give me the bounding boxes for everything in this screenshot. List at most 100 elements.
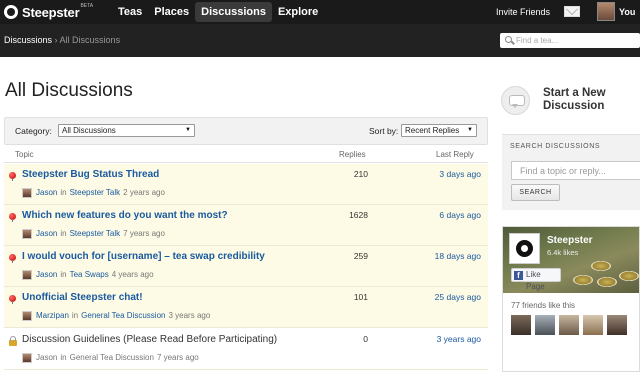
start-new-discussion-link[interactable]: Start a New Discussion bbox=[543, 87, 640, 113]
author-avatar[interactable] bbox=[22, 228, 32, 239]
author-link[interactable]: Jason bbox=[36, 353, 57, 362]
friend-avatar[interactable] bbox=[559, 315, 579, 335]
thread-title-link[interactable]: I would vouch for [username] – tea swap … bbox=[22, 251, 265, 262]
table-row: I would vouch for [username] – tea swap … bbox=[4, 246, 488, 287]
table-row: Discussion Guidelines (Please Read Befor… bbox=[4, 329, 488, 370]
top-nav-bar: Steepster BETA Teas Places Discussions E… bbox=[0, 0, 640, 24]
facebook-likes-count: 6.4k likes bbox=[547, 248, 579, 257]
steepster-logo[interactable]: Steepster BETA bbox=[4, 3, 93, 21]
author-link[interactable]: Jason bbox=[36, 188, 57, 197]
category-label: Category: bbox=[15, 126, 52, 136]
nav-discussions[interactable]: Discussions bbox=[195, 2, 272, 22]
in-text: in bbox=[60, 270, 67, 279]
sort-select-value: Recent Replies bbox=[405, 126, 460, 135]
facebook-page-name[interactable]: Steepster bbox=[547, 235, 593, 246]
forum-link[interactable]: General Tea Discussion bbox=[70, 353, 154, 362]
pin-icon bbox=[9, 172, 16, 181]
steepster-logo-icon bbox=[4, 5, 18, 19]
search-button[interactable]: SEARCH bbox=[511, 184, 560, 201]
filter-bar: Category: All Discussions ▼ Sort by: Rec… bbox=[4, 117, 488, 145]
last-reply-link[interactable]: 18 days ago bbox=[384, 251, 481, 261]
in-text: in bbox=[60, 353, 67, 362]
forum-link[interactable]: Steepster Talk bbox=[70, 229, 121, 238]
search-discussions-panel: SEARCH DISCUSSIONS SEARCH bbox=[502, 134, 640, 210]
author-link[interactable]: Jason bbox=[36, 270, 57, 279]
thread-meta: Jason in Tea Swaps 4 years ago bbox=[22, 269, 157, 280]
forum-link[interactable]: Steepster Talk bbox=[70, 188, 121, 197]
speech-bubble-icon[interactable] bbox=[501, 86, 530, 115]
author-avatar[interactable] bbox=[22, 269, 32, 280]
friends-like-text: 77 friends like this bbox=[511, 301, 576, 310]
lock-icon bbox=[9, 336, 17, 346]
author-avatar[interactable] bbox=[22, 187, 32, 198]
column-header-replies: Replies bbox=[339, 150, 366, 159]
thread-meta: Jason in General Tea Discussion 7 years … bbox=[22, 352, 202, 363]
beta-badge: BETA bbox=[80, 3, 94, 9]
last-reply-link[interactable]: 6 days ago bbox=[384, 210, 481, 220]
invite-friends-link[interactable]: Invite Friends bbox=[496, 0, 550, 24]
mail-icon[interactable] bbox=[564, 6, 580, 17]
thread-meta: Jason in Steepster Talk 2 years ago bbox=[22, 187, 168, 198]
sort-label: Sort by: bbox=[369, 126, 399, 136]
tea-cup-image bbox=[619, 271, 639, 281]
author-link[interactable]: Marzipan bbox=[36, 311, 69, 320]
friend-avatar[interactable] bbox=[583, 315, 603, 335]
pin-icon bbox=[9, 213, 16, 222]
header-divider bbox=[4, 162, 488, 163]
breadcrumb-separator: › bbox=[54, 35, 58, 45]
table-row: Steepster Bug Status Thread Jason in Ste… bbox=[4, 164, 488, 205]
facebook-like-button[interactable]: f Like Page bbox=[511, 268, 561, 291]
friend-avatar[interactable] bbox=[607, 315, 627, 335]
logo-text: Steepster bbox=[22, 4, 80, 20]
thread-age: 7 years ago bbox=[156, 353, 199, 362]
category-select[interactable]: All Discussions ▼ bbox=[58, 124, 195, 137]
chevron-down-icon: ▼ bbox=[185, 127, 191, 133]
user-avatar[interactable] bbox=[597, 2, 615, 21]
table-row: Unofficial Steepster chat! Marzipan in G… bbox=[4, 287, 488, 328]
sort-select[interactable]: Recent Replies ▼ bbox=[401, 124, 477, 137]
page-title: All Discussions bbox=[5, 80, 133, 101]
author-avatar[interactable] bbox=[22, 310, 32, 321]
last-reply-link[interactable]: 25 days ago bbox=[384, 292, 481, 302]
breadcrumb-current: All Discussions bbox=[59, 35, 121, 45]
nav-explore[interactable]: Explore bbox=[272, 2, 324, 22]
reply-count: 259 bbox=[353, 251, 368, 261]
thread-title-link[interactable]: Unofficial Steepster chat! bbox=[22, 292, 143, 303]
column-header-topic: Topic bbox=[15, 150, 34, 159]
reply-count: 210 bbox=[353, 169, 368, 179]
last-reply-link[interactable]: 3 days ago bbox=[384, 169, 481, 179]
thread-title-link[interactable]: Which new features do you want the most? bbox=[22, 210, 228, 221]
in-text: in bbox=[60, 229, 67, 238]
breadcrumb-discussions-link[interactable]: Discussions bbox=[4, 35, 52, 45]
author-avatar[interactable] bbox=[22, 352, 32, 363]
thread-title-link[interactable]: Discussion Guidelines (Please Read Befor… bbox=[22, 334, 277, 345]
friend-avatar[interactable] bbox=[535, 315, 555, 335]
last-reply-link[interactable]: 3 years ago bbox=[384, 334, 481, 344]
thread-meta: Marzipan in General Tea Discussion 3 yea… bbox=[22, 310, 213, 321]
in-text: in bbox=[71, 311, 79, 320]
discussion-search-input[interactable] bbox=[511, 161, 640, 180]
chevron-down-icon: ▼ bbox=[467, 127, 473, 133]
column-header-last-reply: Last Reply bbox=[436, 150, 474, 159]
in-text: in bbox=[60, 188, 67, 197]
tea-search-box bbox=[500, 33, 640, 48]
forum-link[interactable]: Tea Swaps bbox=[70, 270, 109, 279]
facebook-like-box: Steepster 6.4k likes f Like Page 77 frie… bbox=[502, 226, 640, 372]
thread-age: 3 years ago bbox=[168, 311, 211, 320]
nav-teas[interactable]: Teas bbox=[112, 2, 148, 22]
thread-title-link[interactable]: Steepster Bug Status Thread bbox=[22, 169, 159, 180]
author-link[interactable]: Jason bbox=[36, 229, 57, 238]
user-menu-label[interactable]: You bbox=[619, 0, 635, 24]
like-page-label: Like Page bbox=[526, 270, 545, 291]
pin-icon bbox=[9, 254, 16, 263]
tea-search-input[interactable] bbox=[516, 34, 636, 47]
category-select-value: All Discussions bbox=[62, 126, 116, 135]
steepster-page-logo[interactable] bbox=[509, 233, 540, 264]
pin-icon bbox=[9, 295, 16, 304]
forum-link[interactable]: General Tea Discussion bbox=[81, 311, 165, 320]
friend-avatar[interactable] bbox=[511, 315, 531, 335]
reply-count: 101 bbox=[353, 292, 368, 302]
breadcrumb-bar: Discussions › All Discussions bbox=[0, 24, 640, 57]
thread-meta: Jason in Steepster Talk 7 years ago bbox=[22, 228, 168, 239]
nav-places[interactable]: Places bbox=[148, 2, 195, 22]
